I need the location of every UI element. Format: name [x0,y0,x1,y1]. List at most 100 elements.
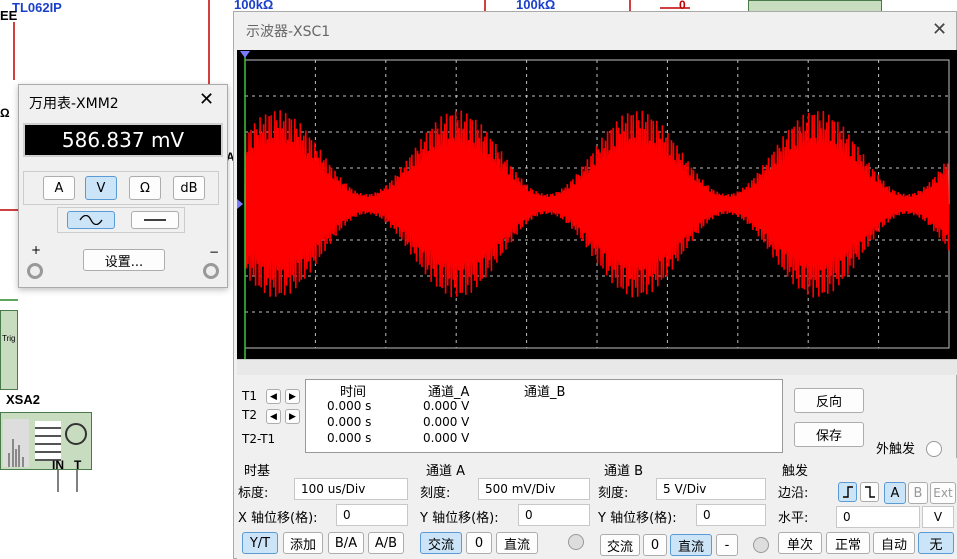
readout-header-time: 时间 [340,385,367,400]
spectrum-display [3,419,29,467]
trigger-none-button[interactable]: 无 [918,532,954,554]
save-button[interactable]: 保存 [794,422,864,447]
sine-wave-icon [79,215,103,225]
channel-b-scale-field[interactable]: 5 V/Div [656,478,766,500]
rising-edge-button[interactable] [838,482,857,502]
channel-b-title: 通道 B [604,464,644,479]
rising-edge-icon [842,486,853,498]
yt-button[interactable]: Y/T [242,532,278,554]
schematic-label-t: T [74,458,82,472]
multimeter-title: 万用表-XMM2 [29,96,119,112]
mode-ampere-button[interactable]: A [43,176,75,200]
multimeter-reading: 586.837 mV [61,128,185,152]
readout-t2t1-a: 0.000 V [423,431,470,445]
channel-a-scale-label: 刻度: [420,486,451,501]
trigger-level-label: 水平: [778,511,809,526]
t2-right-arrow-icon[interactable]: ▶ [285,409,300,424]
channel-b-terminal[interactable] [753,537,769,553]
oscilloscope-close-icon[interactable]: ✕ [932,19,947,40]
channel-b-ypos-field[interactable]: 0 [696,504,766,526]
readout-header-channel-b: 通道_B [524,385,566,400]
trigger-level-field[interactable]: 0 [836,506,920,528]
timebase-title: 时基 [244,464,271,479]
scope-scrollbar[interactable] [237,359,957,375]
multimeter-settings-button[interactable]: 设置... [83,249,165,271]
timebase-xpos-field[interactable]: 0 [336,504,408,526]
t2-t1-label: T2-T1 [242,432,276,446]
trigger-source-ext-button[interactable]: Ext [930,482,956,504]
trigger-normal-button[interactable]: 正常 [826,532,870,554]
spectrum-bars [8,439,24,467]
minus-terminal-icon[interactable] [203,263,219,279]
cursor-t1-marker [240,51,250,58]
t1-left-arrow-icon[interactable]: ◀ [266,389,281,404]
schematic-label-ohm: Ω [0,106,10,120]
add-button[interactable]: 添加 [283,532,323,554]
schematic-label-opamp: TL062IP [12,0,62,15]
channel-b-scale-label: 刻度: [598,486,629,501]
schematic-label-xsa2: XSA2 [6,392,40,407]
mode-volt-button[interactable]: V [85,176,117,200]
channel-a-scale-field[interactable]: 500 mV/Div [478,478,590,500]
schematic-label-in: IN [52,458,64,472]
ab-button[interactable]: A/B [368,532,404,554]
mode-ohm-button[interactable]: Ω [129,176,161,200]
multimeter-display: 586.837 mV [23,123,223,157]
timebase-scale-label: 标度: [238,486,269,501]
timebase-xpos-label: X 轴位移(格): [238,511,318,526]
channel-a-ac-button[interactable]: 交流 [420,532,462,554]
plus-terminal-label: + [31,243,42,257]
scope-trace [237,51,950,359]
trigger-title: 触发 [782,464,809,479]
channel-a-dc-button[interactable]: 直流 [496,532,538,554]
trigger-source-a-button[interactable]: A [884,482,906,504]
channel-b-dc-button[interactable]: 直流 [670,534,712,556]
t1-right-arrow-icon[interactable]: ▶ [285,389,300,404]
spectrum-analyzer-body[interactable] [0,310,18,390]
minus-terminal-label: − [209,245,220,259]
trigger-single-button[interactable]: 单次 [778,532,822,554]
channel-a-zero-button[interactable]: 0 [466,532,492,554]
dc-coupling-button[interactable] [131,211,179,229]
oscilloscope-title: 示波器-XSC1 [246,24,331,40]
channel-a-terminal[interactable] [568,534,584,550]
readout-t2t1-time: 0.000 s [327,431,372,445]
readout-t2-time: 0.000 s [327,415,372,429]
t2-left-arrow-icon[interactable]: ◀ [266,409,281,424]
channel-b-zero-button[interactable]: 0 [643,534,667,556]
channel-b-minus-button[interactable]: - [716,534,738,556]
spectrum-keypad [35,421,61,461]
channel-b-ypos-label: Y 轴位移(格): [598,511,677,526]
trigger-level-unit[interactable]: V [922,506,954,528]
channel-a-ypos-label: Y 轴位移(格): [420,511,499,526]
t1-label: T1 [242,389,257,403]
readout-t1-time: 0.000 s [327,399,372,413]
multimeter-window[interactable]: 万用表-XMM2 ✕ 586.837 mV A V Ω dB + − 设置... [18,84,228,288]
spectrum-knob[interactable] [65,423,87,445]
schematic-label-ee: EE [0,8,18,23]
t2-label: T2 [242,408,257,422]
dc-line-icon [144,219,166,221]
trigger-edge-label: 边沿: [778,486,809,501]
timebase-scale-field[interactable]: 100 us/Div [294,478,408,500]
mode-db-button[interactable]: dB [173,176,205,200]
ext-trigger-terminal[interactable] [926,441,942,457]
multimeter-close-icon[interactable]: ✕ [199,89,214,110]
trigger-source-b-button[interactable]: B [908,482,928,504]
schematic-label-trig: Trig [2,334,16,343]
plus-terminal-icon[interactable] [27,263,43,279]
channel-a-marker [237,199,243,209]
channel-a-title: 通道 A [426,464,466,479]
channel-b-ac-button[interactable]: 交流 [600,534,640,556]
trigger-auto-button[interactable]: 自动 [873,532,915,554]
readout-t1-a: 0.000 V [423,399,470,413]
channel-a-ypos-field[interactable]: 0 [518,504,590,526]
ac-coupling-button[interactable] [67,211,115,229]
ba-button[interactable]: B/A [328,532,364,554]
readout-t2-a: 0.000 V [423,415,470,429]
ext-trigger-label: 外触发 [876,442,916,457]
reverse-button[interactable]: 反向 [794,388,864,413]
readout-header-channel-a: 通道_A [428,385,470,400]
falling-edge-button[interactable] [860,482,879,502]
falling-edge-icon [864,486,875,498]
